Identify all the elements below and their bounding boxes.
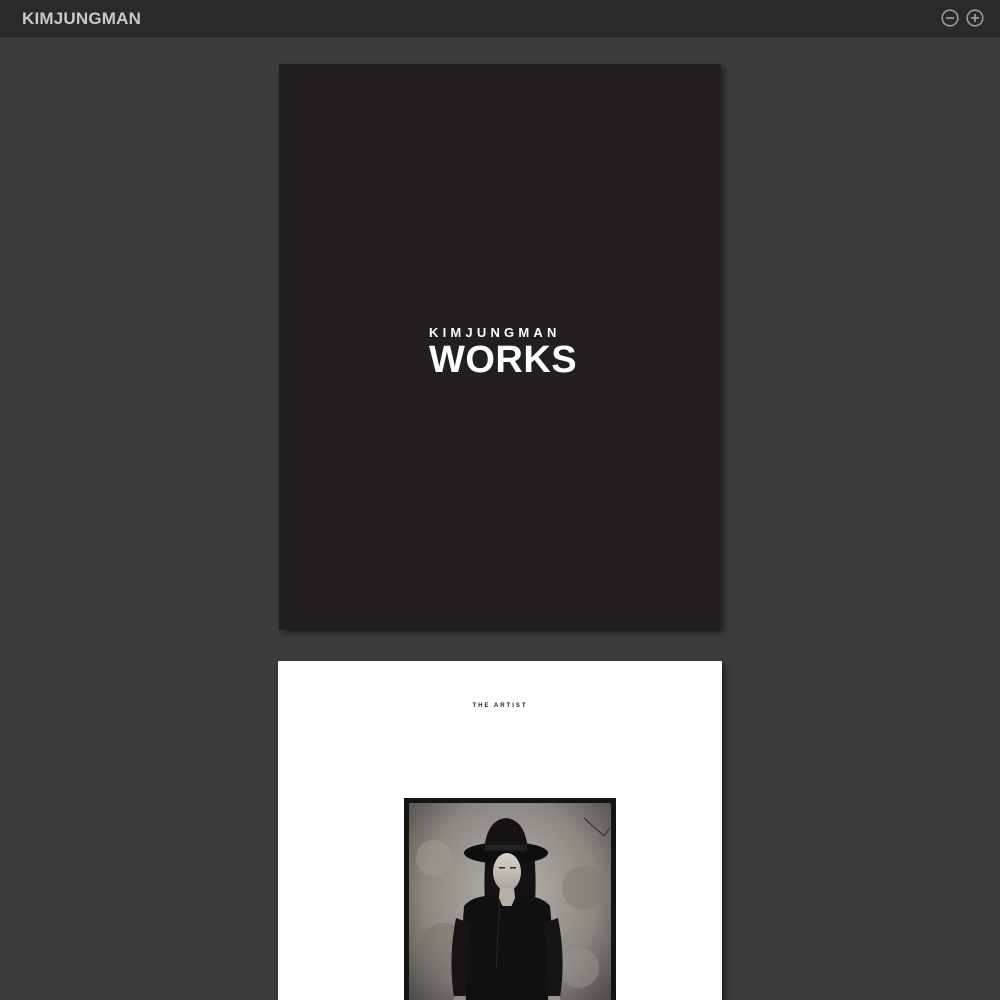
minus-circle-icon bbox=[941, 9, 959, 27]
page-cover: KIMJUNGMAN WORKS bbox=[279, 64, 721, 630]
top-bar: KIMJUNGMAN bbox=[0, 0, 1000, 37]
cover-title-block: KIMJUNGMAN WORKS bbox=[429, 325, 591, 381]
page-the-artist: THE ARTIST bbox=[278, 661, 722, 1000]
zoom-in-button[interactable] bbox=[966, 9, 984, 27]
app-title: KIMJUNGMAN bbox=[22, 9, 142, 28]
plus-circle-icon bbox=[966, 9, 984, 27]
document-viewer[interactable]: KIMJUNGMAN WORKS THE ARTIST bbox=[0, 38, 1000, 1000]
cover-title: WORKS bbox=[429, 339, 578, 381]
artist-portrait-photo bbox=[404, 798, 616, 1000]
cover-subtitle: KIMJUNGMAN bbox=[429, 325, 561, 340]
artist-heading: THE ARTIST bbox=[472, 703, 528, 709]
zoom-out-button[interactable] bbox=[941, 9, 959, 27]
